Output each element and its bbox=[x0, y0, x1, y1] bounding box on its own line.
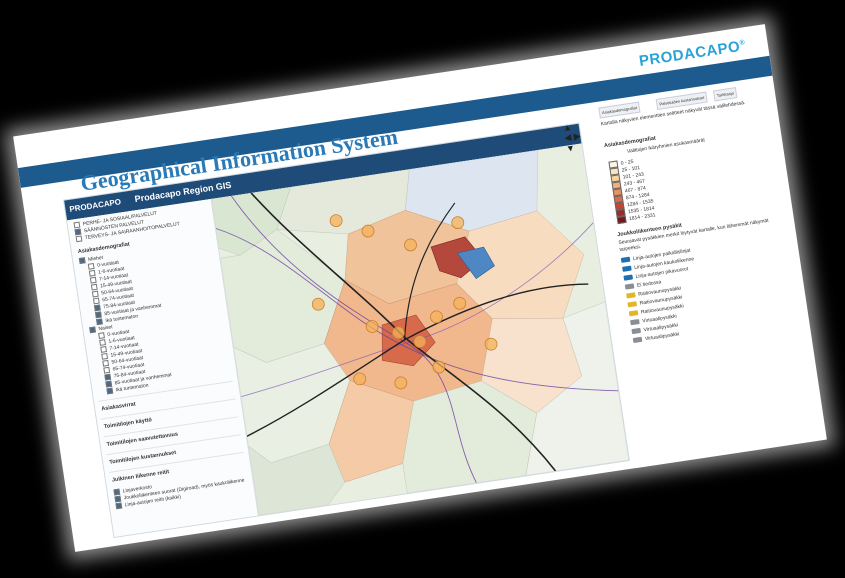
tram-stop-icon bbox=[626, 292, 636, 299]
bus-stop-icon bbox=[623, 274, 634, 281]
checkbox[interactable] bbox=[105, 380, 113, 388]
checkbox[interactable] bbox=[106, 387, 114, 395]
checkbox[interactable] bbox=[89, 276, 97, 284]
virtual-stop-icon bbox=[631, 328, 642, 335]
checkbox[interactable] bbox=[91, 290, 99, 298]
checkbox[interactable] bbox=[89, 326, 97, 334]
checkbox[interactable] bbox=[115, 502, 123, 510]
presentation-slide: PRODACAPO® Geographical Information Syst… bbox=[13, 24, 827, 552]
checkbox[interactable] bbox=[101, 352, 109, 360]
tram-stop-icon bbox=[627, 301, 638, 308]
checkbox[interactable] bbox=[114, 495, 122, 503]
section-title-demography: Asiakasdemografiat bbox=[77, 241, 131, 256]
checkbox[interactable] bbox=[103, 366, 111, 374]
tab-3[interactable]: Tarkkaaja bbox=[713, 87, 738, 102]
checkbox[interactable] bbox=[102, 359, 110, 367]
checkbox[interactable] bbox=[104, 373, 112, 381]
map-view[interactable] bbox=[211, 143, 629, 516]
checkbox[interactable] bbox=[90, 283, 98, 291]
checkbox[interactable] bbox=[73, 221, 81, 229]
checkbox[interactable] bbox=[98, 332, 105, 340]
stop-icon bbox=[624, 283, 635, 290]
legend-label: 1814 - 2331 bbox=[628, 212, 656, 223]
map-nav-controls[interactable]: ▲ ◀ ▶ ▼ bbox=[562, 119, 596, 154]
checkbox[interactable] bbox=[88, 269, 96, 277]
virtual-stop-icon bbox=[632, 336, 643, 344]
checkbox[interactable] bbox=[78, 257, 86, 265]
legend-label: Ei tiedossa bbox=[636, 279, 662, 289]
tram-stop-icon bbox=[628, 310, 639, 317]
section-header[interactable]: Asiakasvirrat bbox=[101, 401, 136, 412]
checkbox[interactable] bbox=[99, 339, 106, 346]
checkbox[interactable] bbox=[75, 235, 83, 243]
checkbox[interactable] bbox=[100, 346, 108, 353]
app-logo: PRODACAPO bbox=[68, 197, 122, 214]
checkbox[interactable] bbox=[95, 311, 102, 319]
color-swatch bbox=[616, 215, 627, 225]
bus-stop-icon bbox=[620, 256, 631, 264]
checkbox[interactable] bbox=[113, 488, 121, 496]
virtual-stop-icon bbox=[630, 319, 640, 326]
checkbox[interactable] bbox=[93, 304, 101, 312]
section-header[interactable]: Toimitilojen käyttö bbox=[104, 417, 153, 430]
checkbox[interactable] bbox=[92, 297, 100, 305]
checkbox[interactable] bbox=[74, 228, 82, 236]
checkbox[interactable] bbox=[87, 262, 95, 270]
bus-stop-icon bbox=[622, 265, 632, 273]
map-canvas[interactable] bbox=[211, 143, 629, 516]
checkbox[interactable] bbox=[96, 318, 103, 326]
